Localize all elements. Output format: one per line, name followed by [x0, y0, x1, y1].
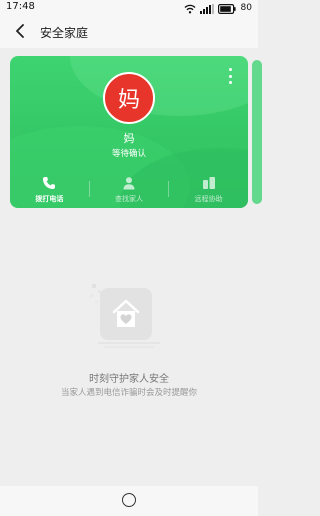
home-circle-icon[interactable]	[122, 493, 136, 507]
call-label: 拨打电话	[35, 194, 64, 203]
battery-icon	[217, 0, 236, 18]
phone-icon	[42, 175, 56, 191]
call-button[interactable]: 拨打电话	[10, 170, 89, 208]
next-card-peek[interactable]	[252, 60, 262, 204]
wifi-icon	[184, 0, 196, 18]
top-area: 17:48 80 安全家庭	[0, 0, 258, 48]
back-button[interactable]	[10, 22, 30, 42]
empty-state-subtitle: 当家人遇到电信诈骗时会及时提醒你	[60, 388, 197, 398]
status-icons: 80	[184, 2, 252, 14]
person-icon	[122, 175, 136, 191]
page-title: 安全家庭	[40, 26, 89, 40]
more-options-button[interactable]	[224, 68, 236, 84]
navigation-bar	[0, 486, 258, 516]
status-time: 17:48	[6, 1, 35, 12]
member-name: 妈	[123, 132, 135, 145]
family-member-card[interactable]: 妈 妈 等待确认 拨打电话 查找家人 远程协助	[10, 56, 248, 208]
empty-state-title: 时刻守护家人安全	[89, 374, 169, 385]
card-decoration	[70, 56, 248, 116]
house-heart-icon	[86, 282, 172, 352]
more-vertical-icon	[228, 68, 232, 71]
find-family-label: 查找家人	[115, 194, 143, 203]
remote-assist-button[interactable]: 远程协助	[169, 170, 248, 208]
remote-assist-label: 远程协助	[194, 194, 223, 203]
member-status: 等待确认	[111, 149, 146, 159]
card-action-bar: 拨打电话 查找家人 远程协助	[10, 170, 248, 208]
status-bar: 17:48 80	[0, 0, 258, 16]
back-arrow-icon	[15, 23, 25, 42]
header: 安全家庭	[0, 18, 258, 46]
find-family-button[interactable]: 查找家人	[90, 170, 169, 208]
battery-level: 80	[240, 3, 252, 13]
remote-assist-icon	[202, 175, 216, 191]
signal-icon	[199, 0, 214, 18]
avatar[interactable]: 妈	[103, 72, 155, 124]
